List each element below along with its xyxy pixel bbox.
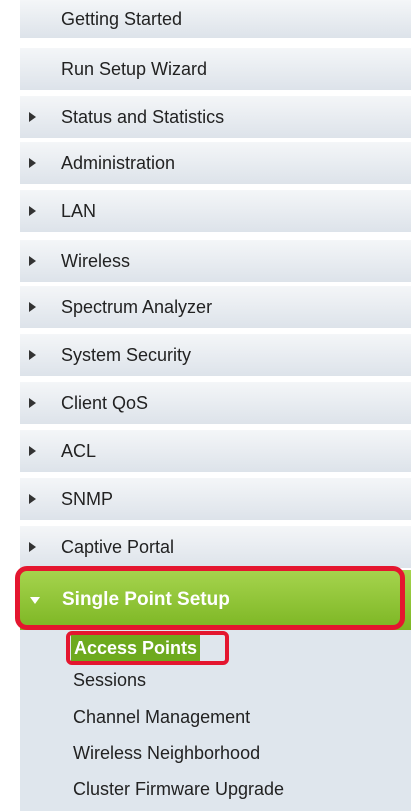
submenu-item-cluster-firmware-upgrade[interactable]: Cluster Firmware Upgrade xyxy=(73,774,284,804)
nav-item-single-point-setup[interactable]: Single Point Setup xyxy=(20,570,411,630)
nav-item-administration[interactable]: Administration xyxy=(20,142,411,186)
caret-right-icon xyxy=(29,398,36,408)
caret-down-icon xyxy=(30,596,40,604)
caret-right-icon xyxy=(29,256,36,266)
submenu-item-wireless-neighborhood[interactable]: Wireless Neighborhood xyxy=(73,738,260,768)
nav-item-run-setup-wizard[interactable]: Run Setup Wizard xyxy=(20,48,411,92)
nav-item-label: Run Setup Wizard xyxy=(61,58,208,79)
nav-item-spectrum-analyzer[interactable]: Spectrum Analyzer xyxy=(20,286,411,330)
nav-item-label: Spectrum Analyzer xyxy=(61,296,213,317)
caret-right-icon xyxy=(29,542,36,552)
nav-item-label: Client QoS xyxy=(61,392,149,413)
caret-right-icon xyxy=(29,112,36,122)
caret-right-icon xyxy=(29,350,36,360)
nav-item-wireless[interactable]: Wireless xyxy=(20,240,411,284)
caret-right-icon xyxy=(29,158,36,168)
nav-item-label: ACL xyxy=(61,440,97,461)
nav-item-label: LAN xyxy=(61,200,97,221)
nav-item-label: System Security xyxy=(61,344,192,365)
nav-item-label: Status and Statistics xyxy=(61,106,225,127)
nav-item-label: Administration xyxy=(61,152,176,173)
nav-item-label: Getting Started xyxy=(61,8,183,29)
submenu-item-access-points[interactable]: Access Points xyxy=(71,633,201,663)
nav-item-acl[interactable]: ACL xyxy=(20,430,411,474)
submenu-item-sessions[interactable]: Sessions xyxy=(73,665,146,695)
nav-item-snmp[interactable]: SNMP xyxy=(20,478,411,522)
nav-item-label: SNMP xyxy=(61,488,114,509)
nav-item-getting-started[interactable]: Getting Started xyxy=(20,0,411,40)
nav-item-captive-portal[interactable]: Captive Portal xyxy=(20,526,411,570)
nav-item-system-security[interactable]: System Security xyxy=(20,334,411,378)
caret-right-icon xyxy=(29,206,36,216)
submenu-item-channel-management[interactable]: Channel Management xyxy=(73,702,250,732)
nav-item-label: Wireless xyxy=(61,250,131,271)
caret-right-icon xyxy=(29,446,36,456)
nav-item-client-qos[interactable]: Client QoS xyxy=(20,382,411,426)
caret-right-icon xyxy=(29,494,36,504)
nav-item-label: Single Point Setup xyxy=(62,589,230,610)
nav-item-lan[interactable]: LAN xyxy=(20,190,411,234)
sidebar-nav: Getting Started Run Setup Wizard Status … xyxy=(0,0,411,811)
nav-item-status-and-statistics[interactable]: Status and Statistics xyxy=(20,96,411,140)
nav-item-label: Captive Portal xyxy=(61,536,175,557)
caret-right-icon xyxy=(29,302,36,312)
